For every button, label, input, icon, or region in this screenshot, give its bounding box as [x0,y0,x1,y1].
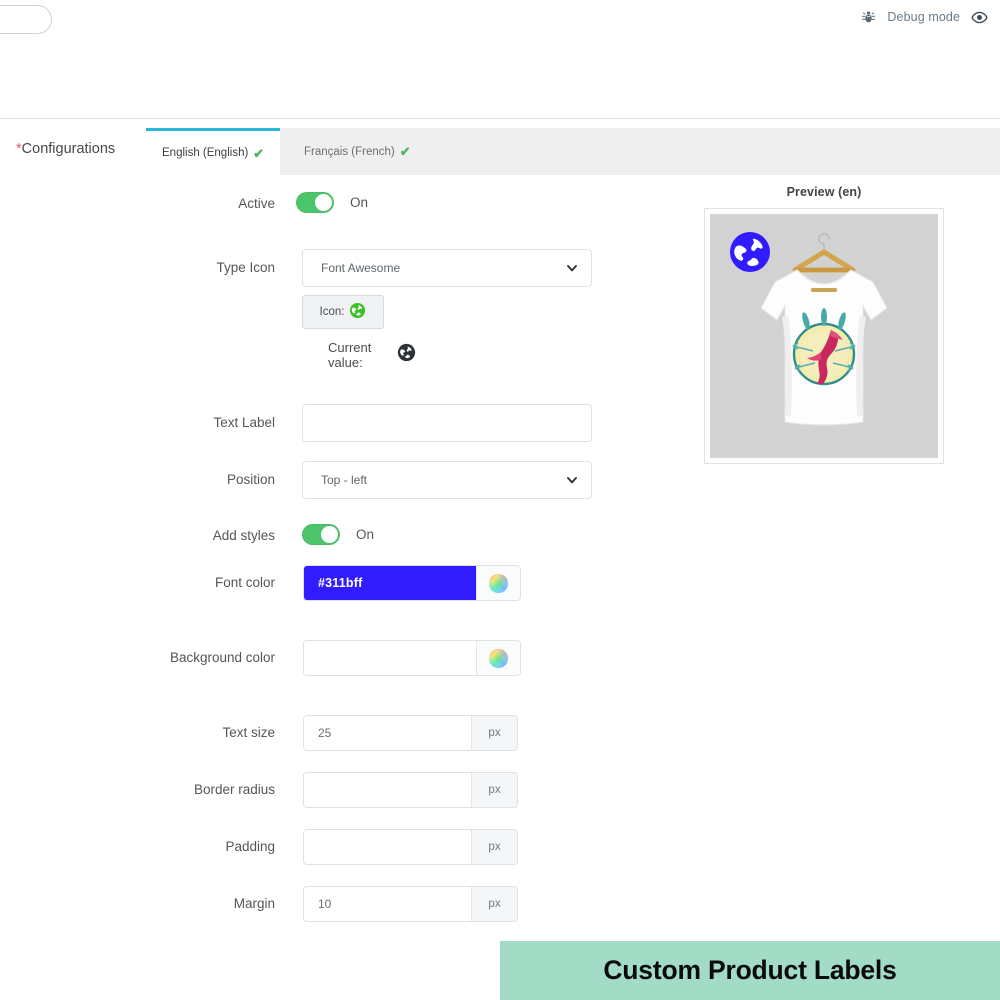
type-icon-value: Font Awesome [321,261,401,275]
icon-picker-label: Icon: [319,306,345,318]
font-color-label: Font color [214,575,275,590]
position-select[interactable]: Top - left [302,461,592,499]
toggle-knob [315,194,332,211]
form-row-position: Position Top - left [0,461,660,501]
debug-mode-control[interactable]: Debug mode [861,6,988,28]
position-label: Position [226,472,275,487]
text-size-field[interactable]: 25 px [303,715,518,751]
active-toggle-group[interactable]: On [296,192,368,213]
form-row-text-size: Text size 25 px [0,715,660,753]
add-styles-toggle[interactable] [302,524,340,545]
form-row-margin: Margin 10 px [0,886,660,924]
current-value-label: Current value: [328,340,372,370]
padding-unit: px [471,830,517,864]
form-row-add-styles: Add styles On [0,524,660,548]
border-radius-unit: px [471,773,517,807]
background-color-field[interactable] [303,640,521,676]
chevron-down-icon [566,474,578,486]
tab-english[interactable]: English (English) ✔ [146,128,281,175]
add-styles-state-label: On [356,527,375,542]
active-state-label: On [350,195,369,210]
globe-icon [349,302,366,322]
form-row-padding: Padding px [0,829,660,867]
margin-value[interactable]: 10 [304,887,471,921]
background-color-value[interactable] [304,641,476,675]
border-radius-field[interactable]: px [303,772,518,808]
search-input[interactable] [0,5,52,34]
form-row-type-icon: Type Icon Font Awesome [0,249,660,289]
text-size-value[interactable]: 25 [304,716,471,750]
configurations-section-label: *Configurations [16,141,115,157]
type-icon-label: Type Icon [216,260,275,275]
type-icon-select[interactable]: Font Awesome [302,249,592,287]
debug-mode-label: Debug mode [887,10,960,24]
toggle-knob [321,526,338,543]
active-label: Active [238,196,275,211]
tab-french-label: Français (French) [304,145,395,158]
color-wheel-icon [488,648,509,669]
preview-label-badge [728,230,772,274]
globe-icon [397,343,416,367]
border-radius-value[interactable] [304,773,471,807]
border-radius-label: Border radius [193,782,275,797]
font-color-field[interactable]: #311bff [303,565,521,601]
form-row-active: Active On [0,192,660,216]
text-size-unit: px [471,716,517,750]
margin-label: Margin [233,896,275,911]
position-value: Top - left [321,473,368,487]
form-row-border-radius: Border radius px [0,772,660,810]
padding-value[interactable] [304,830,471,864]
font-color-picker-button[interactable] [476,566,520,600]
preview-box [704,208,944,464]
color-wheel-icon [488,573,509,594]
add-styles-toggle-group[interactable]: On [302,524,374,545]
top-bar: Debug mode [0,0,1000,118]
active-toggle[interactable] [296,192,334,213]
text-size-label: Text size [222,725,275,740]
text-label-input[interactable] [302,404,592,442]
tab-english-label: English (English) [162,147,249,159]
preview-title: Preview (en) [786,185,862,199]
page-root: Debug mode *Configurations English (Engl… [0,0,1000,1000]
tab-french[interactable]: Français (French) ✔ [288,128,427,175]
background-color-picker-button[interactable] [476,641,520,675]
header-divider [0,118,1000,119]
language-tab-row: *Configurations English (English) ✔ Fran… [0,128,1000,175]
eye-icon[interactable] [971,9,988,26]
preview-panel: Preview (en) [704,185,944,464]
chevron-down-icon [566,262,578,274]
banner-title: Custom Product Labels [603,955,897,985]
form-row-background-color: Background color [0,640,660,678]
check-icon: ✔ [253,145,265,161]
background-color-label: Background color [169,650,275,665]
current-value-group: Current value: [328,340,416,370]
padding-label: Padding [225,839,275,854]
check-icon: ✔ [399,144,411,159]
font-color-value[interactable]: #311bff [304,566,476,600]
text-label-label: Text Label [213,415,275,430]
product-banner: Custom Product Labels [500,941,1000,1000]
form-row-font-color: Font color #311bff [0,565,660,603]
margin-field[interactable]: 10 px [303,886,518,922]
configurations-text: Configurations [21,141,116,157]
padding-field[interactable]: px [303,829,518,865]
margin-unit: px [471,887,517,921]
add-styles-label: Add styles [212,528,275,543]
icon-picker-button[interactable]: Icon: [302,295,384,329]
bug-icon [861,10,876,25]
form-row-text-label: Text Label [0,404,660,444]
preview-canvas [710,214,938,458]
